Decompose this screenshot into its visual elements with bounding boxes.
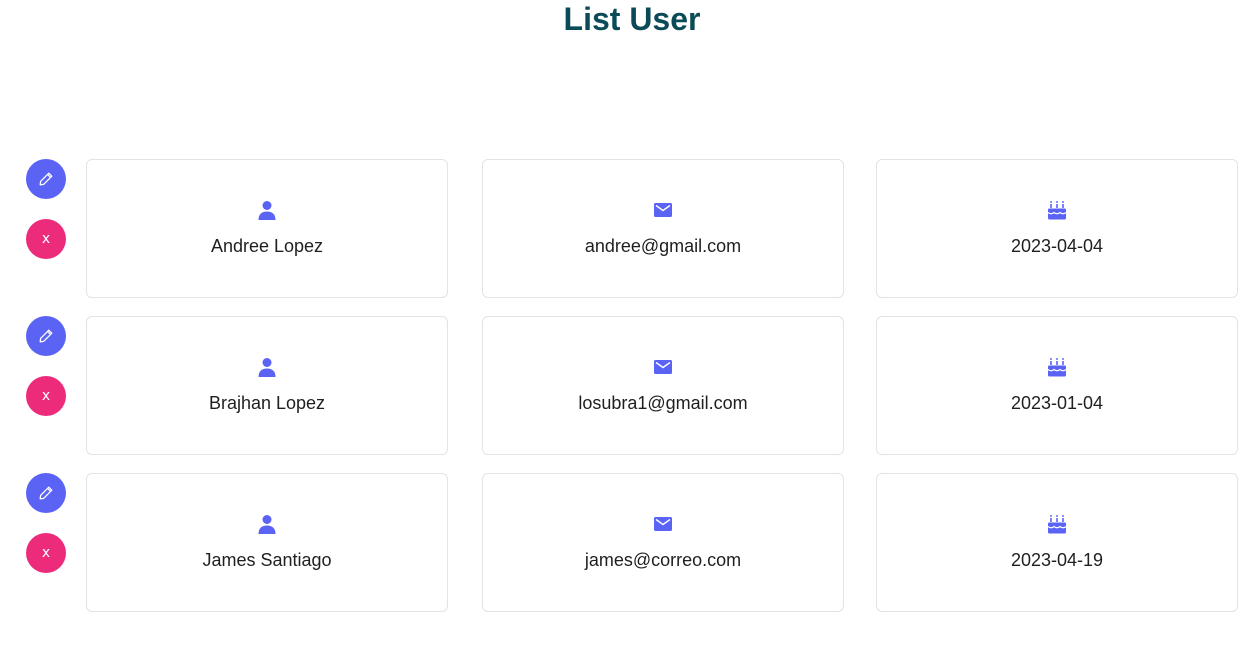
- user-name-card: Brajhan Lopez: [86, 316, 448, 455]
- user-name-card: James Santiago: [86, 473, 448, 612]
- close-icon: x: [41, 545, 51, 561]
- pencil-icon: [39, 172, 53, 186]
- user-icon: [258, 199, 276, 221]
- user-email: james@correo.com: [584, 550, 742, 570]
- user-date: 2023-04-04: [1010, 236, 1104, 256]
- user-date-card: 2023-01-04: [876, 316, 1238, 455]
- user-date-card: 2023-04-19: [876, 473, 1238, 612]
- cake-icon: [1047, 356, 1067, 378]
- pencil-icon: [39, 486, 53, 500]
- delete-button[interactable]: x: [26, 376, 66, 416]
- user-icon: [258, 356, 276, 378]
- user-date-card: 2023-04-04: [876, 159, 1238, 298]
- user-name-card: Andree Lopez: [86, 159, 448, 298]
- user-name: Andree Lopez: [210, 236, 324, 256]
- page-title: List User: [563, 1, 701, 37]
- pencil-icon: [39, 329, 53, 343]
- close-icon: x: [41, 388, 51, 404]
- edit-button[interactable]: [26, 316, 66, 356]
- user-name: James Santiago: [202, 550, 332, 570]
- mail-icon: [654, 356, 672, 378]
- mail-icon: [654, 513, 672, 535]
- close-icon: x: [41, 231, 51, 247]
- user-icon: [258, 513, 276, 535]
- user-date: 2023-04-19: [1010, 550, 1104, 570]
- cake-icon: [1047, 513, 1067, 535]
- user-email-card: andree@gmail.com: [482, 159, 844, 298]
- user-name: Brajhan Lopez: [208, 393, 326, 413]
- delete-button[interactable]: x: [26, 533, 66, 573]
- user-email: losubra1@gmail.com: [578, 393, 748, 413]
- row-actions: x: [26, 316, 66, 416]
- user-date: 2023-01-04: [1010, 393, 1104, 413]
- edit-button[interactable]: [26, 473, 66, 513]
- user-email-card: losubra1@gmail.com: [482, 316, 844, 455]
- user-email-card: james@correo.com: [482, 473, 844, 612]
- mail-icon: [654, 199, 672, 221]
- edit-button[interactable]: [26, 159, 66, 199]
- cake-icon: [1047, 199, 1067, 221]
- row-actions: x: [26, 159, 66, 259]
- row-actions: x: [26, 473, 66, 573]
- delete-button[interactable]: x: [26, 219, 66, 259]
- user-email: andree@gmail.com: [584, 236, 742, 256]
